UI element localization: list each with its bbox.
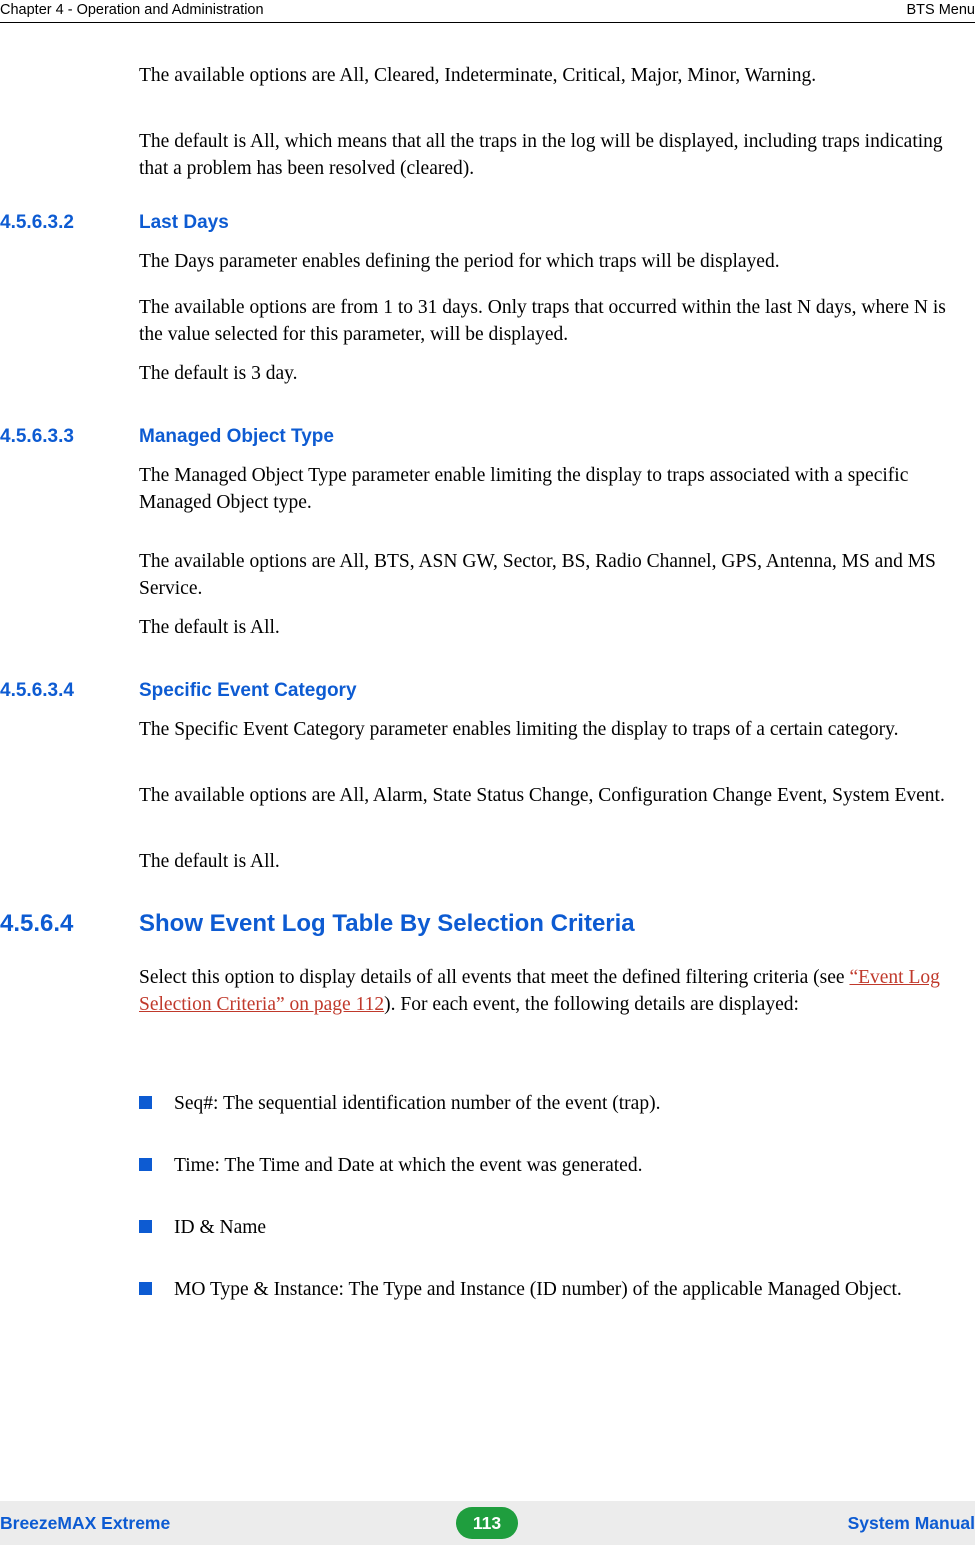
list-item-label: Time: The Time and Date at which the eve…	[174, 1155, 643, 1176]
heading-show-event-log-number: 4.5.6.4	[0, 910, 74, 937]
heading-show-event-log-table: 4.5.6.4 Show Event Log Table By Selectio…	[0, 910, 975, 942]
list-item-label: ID & Name	[174, 1217, 267, 1238]
paragraph-select-part-a: Select this option to display details of…	[139, 967, 850, 988]
header-chapter-title: Chapter 4 - Operation and Administration	[0, 2, 264, 18]
list-item-label: Seq#: The sequential identification numb…	[174, 1093, 661, 1114]
bullet-square-icon	[139, 1220, 152, 1233]
heading-specific-event-category-number: 4.5.6.3.4	[0, 680, 74, 701]
paragraph-default-all-2: The default is All.	[139, 851, 280, 872]
heading-managed-object-type-title: Managed Object Type	[139, 426, 334, 447]
page-number-badge: 113	[456, 1507, 518, 1539]
heading-show-event-log-title: Show Event Log Table By Selection Criter…	[139, 910, 635, 937]
paragraph-default-all-cleared: The default is All, which means that all…	[139, 131, 943, 179]
bullet-square-icon	[139, 1282, 152, 1295]
paragraph-select-option-details: Select this option to display details of…	[139, 964, 959, 1018]
document-page: Chapter 4 - Operation and Administration…	[0, 0, 975, 1545]
heading-managed-object-type: 4.5.6.3.3 Managed Object Type	[0, 426, 975, 452]
footer-product-name: BreezeMAX Extreme	[0, 1513, 171, 1533]
heading-last-days-number: 4.5.6.3.2	[0, 212, 74, 233]
paragraph-available-options-severity: The available options are All, Cleared, …	[139, 65, 817, 86]
list-item: ID & Name	[139, 1214, 959, 1241]
heading-specific-event-category-title: Specific Event Category	[139, 680, 357, 701]
paragraph-managed-object-options: The available options are All, BTS, ASN …	[139, 551, 936, 599]
list-item: Time: The Time and Date at which the eve…	[139, 1152, 959, 1179]
header-divider	[0, 22, 975, 23]
paragraph-days-parameter: The Days parameter enables defining the …	[139, 251, 780, 272]
heading-specific-event-category: 4.5.6.3.4 Specific Event Category	[0, 680, 975, 706]
bullet-square-icon	[139, 1096, 152, 1109]
list-item-label: MO Type & Instance: The Type and Instanc…	[174, 1279, 902, 1300]
bullet-square-icon	[139, 1158, 152, 1171]
paragraph-default-3-day: The default is 3 day.	[139, 363, 298, 384]
heading-last-days: 4.5.6.3.2 Last Days	[0, 212, 975, 238]
paragraph-default-all-1: The default is All.	[139, 617, 280, 638]
list-item: MO Type & Instance: The Type and Instanc…	[139, 1276, 959, 1303]
list-item: Seq#: The sequential identification numb…	[139, 1090, 959, 1117]
paragraph-select-part-b: ). For each event, the following details…	[384, 994, 799, 1015]
running-header: Chapter 4 - Operation and Administration…	[0, 0, 975, 22]
paragraph-specific-event-category-desc: The Specific Event Category parameter en…	[139, 719, 899, 740]
paragraph-specific-event-category-options: The available options are All, Alarm, St…	[139, 785, 945, 806]
paragraph-managed-object-type-desc: The Managed Object Type parameter enable…	[139, 465, 909, 513]
header-section-title: BTS Menu	[906, 2, 975, 18]
heading-managed-object-type-number: 4.5.6.3.3	[0, 426, 74, 447]
paragraph-days-options: The available options are from 1 to 31 d…	[139, 297, 946, 345]
footer-manual-name: System Manual	[847, 1513, 975, 1533]
heading-last-days-title: Last Days	[139, 212, 229, 233]
